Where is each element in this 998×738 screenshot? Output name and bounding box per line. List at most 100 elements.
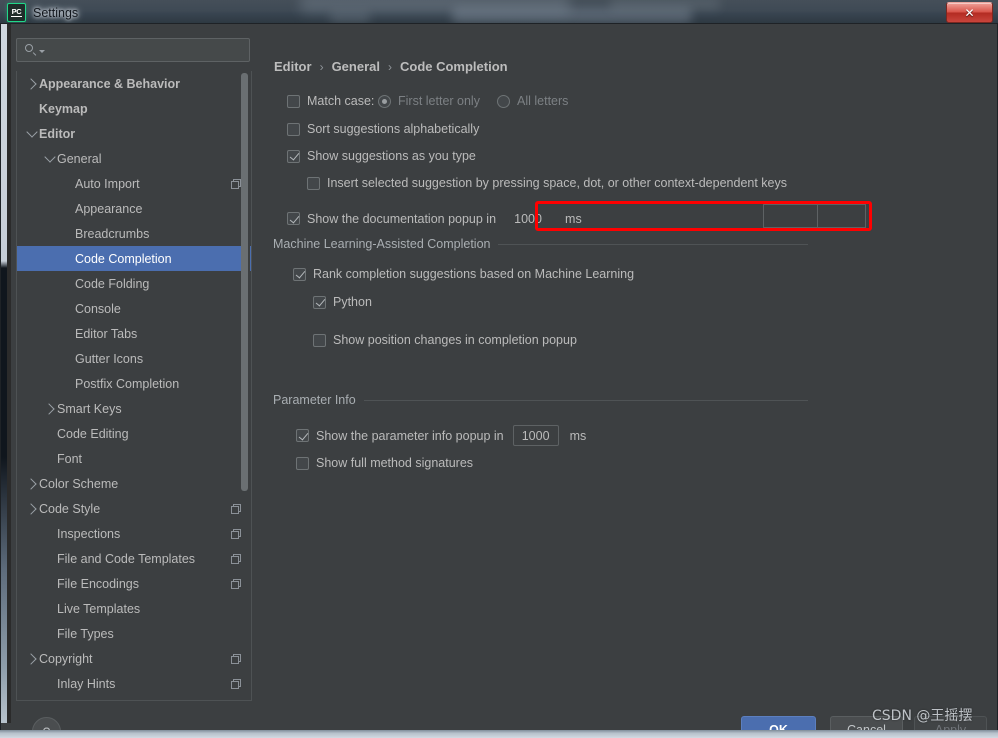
first-letter-only-radio[interactable] <box>378 94 391 108</box>
sidebar-item-code-folding[interactable]: Code Folding <box>17 271 251 296</box>
pycharm-icon: PC <box>7 3 26 22</box>
sidebar-item-code-completion[interactable]: Code Completion <box>17 246 251 271</box>
glass-blur-artifact <box>610 0 720 10</box>
chevron-down-icon[interactable] <box>43 151 57 163</box>
chevron-right-icon[interactable] <box>25 502 39 515</box>
sidebar-scrollbar-track[interactable] <box>241 71 250 699</box>
sidebar-item-label: General <box>57 151 102 166</box>
sidebar-item-file-and-code-templates[interactable]: File and Code Templates <box>17 546 251 571</box>
sidebar-item-appearance-behavior[interactable]: Appearance & Behavior <box>17 71 251 96</box>
ml-position-changes-row[interactable]: Show position changes in completion popu… <box>313 333 577 347</box>
ml-python-checkbox[interactable] <box>313 295 326 309</box>
sidebar-item-auto-import[interactable]: Auto Import <box>17 171 251 196</box>
full-signatures-row[interactable]: Show full method signatures <box>296 456 473 470</box>
sidebar-item-label: Font <box>57 451 83 466</box>
sidebar-item-code-editing[interactable]: Code Editing <box>17 421 251 446</box>
settings-tree[interactable]: Appearance & Behavior Keymap Editor General… <box>16 71 252 701</box>
parameter-info-header: Parameter Info <box>273 393 808 407</box>
copy-settings-icon[interactable] <box>231 529 241 539</box>
full-signatures-checkbox[interactable] <box>296 456 309 470</box>
sidebar-item-label: Code Style <box>39 501 101 516</box>
sidebar-item-label: Inspections <box>57 526 121 541</box>
all-letters-radio-row[interactable]: All letters <box>497 94 568 108</box>
ml-rank-label: Rank completion suggestions based on Mac… <box>313 267 635 281</box>
settings-content-pane: Editor › General › Code Completion Match… <box>263 23 998 695</box>
title-bar: PC Settings ✕ <box>0 0 998 23</box>
copy-settings-icon[interactable] <box>231 504 241 514</box>
dialog-body: Appearance & Behavior Keymap Editor General… <box>11 23 998 738</box>
breadcrumb-part-editor[interactable]: Editor <box>274 59 312 74</box>
title-bar-left: PC Settings <box>7 3 78 22</box>
insert-selected-row[interactable]: Insert selected suggestion by pressing s… <box>307 176 787 190</box>
param-popup-row[interactable]: Show the parameter info popup in ms <box>296 425 586 446</box>
chevron-right-icon[interactable] <box>43 402 57 415</box>
match-case-checkbox[interactable] <box>287 94 300 108</box>
sidebar-scrollbar-thumb[interactable] <box>241 73 248 491</box>
search-input[interactable] <box>45 42 249 58</box>
ml-python-label: Python <box>333 295 372 309</box>
sidebar-item-color-scheme[interactable]: Color Scheme <box>17 471 251 496</box>
copy-settings-icon[interactable] <box>231 179 241 189</box>
sidebar-item-file-encodings[interactable]: File Encodings <box>17 571 251 596</box>
copy-settings-icon[interactable] <box>231 554 241 564</box>
window-title: Settings <box>33 5 79 20</box>
sidebar-item-copyright[interactable]: Copyright <box>17 646 251 671</box>
doc-popup-delay-input[interactable] <box>505 208 552 229</box>
sidebar-item-general[interactable]: General <box>17 146 251 171</box>
copy-settings-icon[interactable] <box>231 579 241 589</box>
sidebar-item-editor-tabs[interactable]: Editor Tabs <box>17 321 251 346</box>
glass-blur-artifact <box>452 8 692 23</box>
sort-suggestions-checkbox[interactable] <box>287 122 300 136</box>
sidebar-item-keymap[interactable]: Keymap <box>17 96 251 121</box>
copy-settings-icon[interactable] <box>231 654 241 664</box>
settings-window: PC Settings ✕ Appearance & Behavior Keyma… <box>0 0 998 738</box>
sort-suggestions-row[interactable]: Sort suggestions alphabetically <box>287 122 479 136</box>
sidebar-item-smart-keys[interactable]: Smart Keys <box>17 396 251 421</box>
chevron-down-icon[interactable] <box>25 126 39 138</box>
doc-popup-row[interactable]: Show the documentation popup in ms <box>287 208 582 229</box>
close-button[interactable]: ✕ <box>946 2 993 23</box>
show-suggestions-row[interactable]: Show suggestions as you type <box>287 149 476 163</box>
chevron-right-icon[interactable] <box>25 652 39 665</box>
breadcrumb-part-code-completion: Code Completion <box>399 59 508 74</box>
sidebar-item-console[interactable]: Console <box>17 296 251 321</box>
ml-python-row[interactable]: Python <box>313 295 372 309</box>
doc-popup-checkbox[interactable] <box>287 212 300 225</box>
ml-rank-checkbox[interactable] <box>293 267 306 281</box>
watermark: CSDN @王摇摆 <box>872 708 973 724</box>
sidebar-item-code-style[interactable]: Code Style <box>17 496 251 521</box>
sidebar-item-label: Copyright <box>39 651 93 666</box>
sidebar-item-inlay-hints[interactable]: Inlay Hints <box>17 671 251 696</box>
param-popup-delay-input[interactable] <box>512 425 559 446</box>
show-suggestions-checkbox[interactable] <box>287 149 300 163</box>
chevron-right-icon[interactable] <box>25 477 39 490</box>
sidebar-item-editor[interactable]: Editor <box>17 121 251 146</box>
breadcrumb-part-general[interactable]: General <box>332 59 380 74</box>
all-letters-radio[interactable] <box>497 94 510 108</box>
ml-section-title: Machine Learning-Assisted Completion <box>273 237 491 251</box>
sidebar-item-postfix-completion[interactable]: Postfix Completion <box>17 371 251 396</box>
sidebar-item-label: File Types <box>57 626 114 641</box>
sidebar-item-inspections[interactable]: Inspections <box>17 521 251 546</box>
param-popup-checkbox[interactable] <box>296 429 309 442</box>
sidebar-item-appearance[interactable]: Appearance <box>17 196 251 221</box>
sidebar-item-live-templates[interactable]: Live Templates <box>17 596 251 621</box>
sidebar-item-label: File and Code Templates <box>57 551 196 566</box>
sidebar-item-breadcrumbs[interactable]: Breadcrumbs <box>17 221 251 246</box>
chevron-right-icon[interactable] <box>25 77 39 90</box>
first-letter-only-label: First letter only <box>398 94 480 108</box>
sidebar-item-label: Breadcrumbs <box>75 226 150 241</box>
sidebar-item-label: Color Scheme <box>39 476 119 491</box>
sidebar-item-label: Editor <box>39 126 76 141</box>
sidebar-item-font[interactable]: Font <box>17 446 251 471</box>
section-divider <box>363 399 808 401</box>
copy-settings-icon[interactable] <box>231 679 241 689</box>
first-letter-only-radio-row[interactable]: First letter only <box>378 94 480 108</box>
ml-rank-row[interactable]: Rank completion suggestions based on Mac… <box>293 267 634 281</box>
insert-selected-checkbox[interactable] <box>307 176 320 190</box>
sidebar-item-gutter-icons[interactable]: Gutter Icons <box>17 346 251 371</box>
ml-position-changes-checkbox[interactable] <box>313 333 326 347</box>
search-box[interactable] <box>16 38 250 62</box>
breadcrumb: Editor › General › Code Completion <box>274 59 508 74</box>
sidebar-item-file-types[interactable]: File Types <box>17 621 251 646</box>
